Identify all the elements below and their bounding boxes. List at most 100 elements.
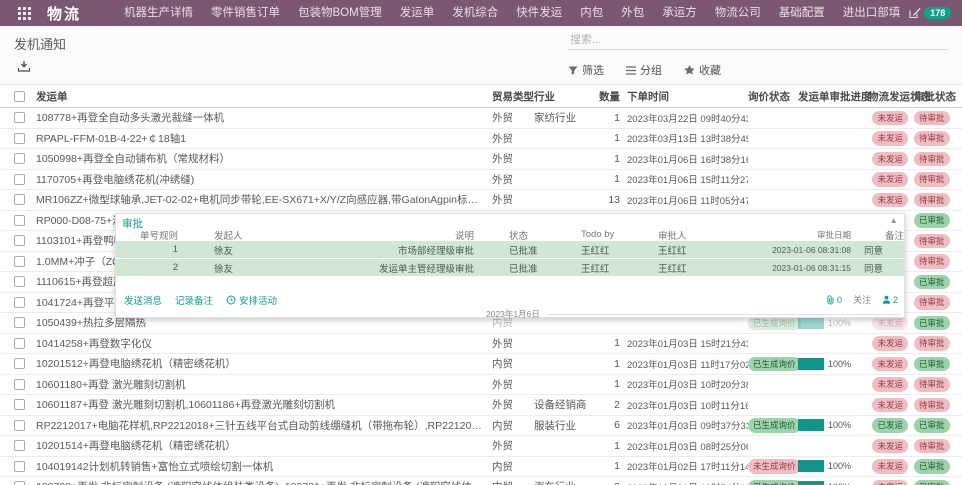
nav-item[interactable]: 物流公司 bbox=[706, 0, 770, 26]
column-header-quote-status[interactable]: 询价状态 bbox=[748, 89, 798, 104]
schedule-activity-button[interactable]: 安排活动 bbox=[226, 293, 277, 307]
row-checkbox[interactable] bbox=[14, 112, 25, 123]
send-message-button[interactable]: 发送消息 bbox=[124, 293, 162, 307]
quantity: 1 bbox=[596, 173, 620, 185]
table-row[interactable]: 10201512+再登电脑绣花机（精密绣花机）内贸12023年01月03日 11… bbox=[0, 354, 962, 375]
table-row[interactable]: RP2212017+电脑花样机,RP2212018+三针五线平台式自动剪线绷缝机… bbox=[0, 416, 962, 437]
table-row[interactable]: MR106ZZ+微型球轴承,JET-02-02+电机同步带轮,EE-SX671+… bbox=[0, 190, 962, 211]
attachments-button[interactable]: 0 bbox=[826, 295, 842, 305]
table-row[interactable]: 104019142计划机转销售+富怡立式喷绘切割一体机内贸12023年01月02… bbox=[0, 457, 962, 478]
follow-button[interactable]: 关注 bbox=[853, 293, 871, 306]
approval-row[interactable]: 1徐友市场部经理级审批已批准王红红王红红2023-01-06 08:31:08同… bbox=[116, 241, 904, 259]
approval-status-cell: 待审批 bbox=[908, 398, 962, 413]
search-input[interactable] bbox=[568, 31, 948, 50]
row-checkbox[interactable] bbox=[14, 399, 25, 410]
quantity: 1 bbox=[596, 460, 620, 472]
nav-item[interactable]: 发机综合 bbox=[443, 0, 507, 26]
row-checkbox[interactable] bbox=[14, 297, 25, 308]
table-row[interactable]: 1050998+再登全自动铺布机（常规材料）外贸12023年01月06日 16时… bbox=[0, 149, 962, 170]
table-row[interactable]: 10601180+再登 激光雕刻切割机外贸12023年01月03日 10时20分… bbox=[0, 375, 962, 396]
trade-type: 外贸 bbox=[492, 438, 534, 453]
row-checkbox[interactable] bbox=[14, 338, 25, 349]
trade-type: 外贸 bbox=[492, 192, 534, 207]
row-checkbox[interactable] bbox=[14, 379, 25, 390]
nav-item[interactable]: 快件发运 bbox=[507, 0, 571, 26]
nav-item[interactable]: 内包 bbox=[571, 0, 612, 26]
row-checkbox[interactable] bbox=[14, 317, 25, 328]
table-row[interactable]: 1170705+再登电脑绣花机(冲绣缝)外贸12023年01月06日 15时11… bbox=[0, 170, 962, 191]
filter-筛选[interactable]: 筛选 bbox=[568, 62, 604, 78]
table-row[interactable]: 10414258+再登数字化仪外贸12023年01月03日 15时21分43..… bbox=[0, 334, 962, 355]
nav-item[interactable]: 基础配置 bbox=[770, 0, 834, 26]
nav-item[interactable]: 包装物BOM管理 bbox=[289, 0, 391, 26]
filter-icon bbox=[568, 66, 578, 75]
column-header-approval-status[interactable]: 审批状态 bbox=[908, 89, 962, 104]
shipping-status-cell: 未发运 bbox=[868, 480, 908, 485]
approval-status-badge: 待审批 bbox=[914, 398, 950, 413]
row-check-cell bbox=[0, 276, 36, 288]
table-row[interactable]: 10601187+再登 激光雕刻切割机,10601186+再登激光雕刻切割机外贸… bbox=[0, 395, 962, 416]
approval-status-badge: 待审批 bbox=[914, 377, 950, 392]
shipping-status-badge: 未发运 bbox=[872, 398, 908, 413]
quantity: 2 bbox=[596, 481, 620, 485]
attachment-icon bbox=[826, 295, 835, 305]
log-note-button[interactable]: 记录备注 bbox=[175, 293, 213, 307]
nav-item[interactable]: 机器生产详情 bbox=[115, 0, 202, 26]
nav-item[interactable]: 进出口部填 bbox=[834, 0, 910, 26]
shipping-status-badge: 未发运 bbox=[872, 193, 908, 208]
column-header-order-time[interactable]: 下单时间 bbox=[620, 89, 748, 104]
apps-grid-icon[interactable] bbox=[18, 7, 31, 20]
shipping-status-badge: 未发运 bbox=[872, 480, 908, 485]
nav-item[interactable]: 零件销售订单 bbox=[202, 0, 289, 26]
row-checkbox[interactable] bbox=[14, 481, 25, 485]
collapse-icon[interactable]: ▴ bbox=[891, 215, 896, 226]
filter-收藏[interactable]: 收藏 bbox=[684, 62, 721, 78]
activity-icon bbox=[226, 295, 236, 305]
followers-button[interactable]: 2 bbox=[882, 295, 898, 305]
approval-column-header: 状态 bbox=[474, 228, 571, 242]
column-header-industry[interactable]: 行业 bbox=[534, 89, 596, 104]
export-button[interactable] bbox=[18, 59, 30, 77]
row-checkbox[interactable] bbox=[14, 215, 25, 226]
row-checkbox[interactable] bbox=[14, 440, 25, 451]
column-header-approval-progress[interactable]: 发运单审批进度 bbox=[798, 89, 868, 104]
row-checkbox[interactable] bbox=[14, 461, 25, 472]
shipment-name: 10414258+再登数字化仪 bbox=[36, 336, 492, 351]
column-header-shipping-status[interactable]: 物流发运状态 bbox=[868, 89, 908, 104]
table-row[interactable]: RPAPL-FFM-01B-4-22+￠18轴1外贸12023年03月13日 1… bbox=[0, 129, 962, 150]
table-row[interactable]: 10201514+再登电脑绣花机（精密绣花机）外贸12023年01月03日 08… bbox=[0, 436, 962, 457]
shipping-status-badge: 未发运 bbox=[872, 152, 908, 167]
trade-type: 外贸 bbox=[492, 336, 534, 351]
row-check-cell bbox=[0, 419, 36, 431]
row-checkbox[interactable] bbox=[14, 420, 25, 431]
row-checkbox[interactable] bbox=[14, 276, 25, 287]
trade-type: 内贸 bbox=[492, 459, 534, 474]
row-checkbox[interactable] bbox=[14, 235, 25, 246]
approval-status-cell: 待审批 bbox=[908, 439, 962, 454]
nav-counter-edit[interactable]: 178 bbox=[909, 7, 951, 19]
column-header-trade-type[interactable]: 贸易类型 bbox=[492, 89, 534, 104]
row-checkbox[interactable] bbox=[14, 194, 25, 205]
select-all-checkbox[interactable] bbox=[14, 91, 25, 102]
shipment-name: RP2212017+电脑花样机,RP2212018+三针五线平台式自动剪线绷缝机… bbox=[36, 418, 492, 433]
logistics-app-page: 物流 机器生产详情零件销售订单包装物BOM管理发运单发机综合快件发运内包外包承运… bbox=[0, 0, 962, 485]
nav-item[interactable]: 发运单 bbox=[391, 0, 444, 26]
app-brand[interactable]: 物流 bbox=[47, 3, 81, 24]
row-checkbox[interactable] bbox=[14, 174, 25, 185]
approval-row[interactable]: 2徐友发运单主管经理级审批已批准王红红王红红2023-01-06 08:31:1… bbox=[116, 259, 904, 277]
table-row[interactable]: 108700+再发 非标定制设备 (遮阳帘线体组装类设备) ,108701+再发… bbox=[0, 477, 962, 485]
row-checkbox[interactable] bbox=[14, 153, 25, 164]
shipping-status-cell: 未发运 bbox=[868, 439, 908, 454]
column-header-quantity[interactable]: 数量 bbox=[596, 89, 620, 104]
nav-item[interactable]: 承运方 bbox=[653, 0, 706, 26]
column-header-shipment[interactable]: 发运单 bbox=[36, 89, 492, 104]
quote-status-cell: 未生成询价 bbox=[748, 459, 798, 474]
row-check-cell bbox=[0, 235, 36, 247]
filter-分组[interactable]: 分组 bbox=[626, 62, 662, 78]
row-checkbox[interactable] bbox=[14, 358, 25, 369]
row-checkbox[interactable] bbox=[14, 133, 25, 144]
approval-date: 2023-01-06 08:31:08 bbox=[761, 245, 851, 255]
table-row[interactable]: 108778+再登全自动多头激光裁缝一体机外贸家纺行业12023年03月22日 … bbox=[0, 108, 962, 129]
nav-item[interactable]: 外包 bbox=[612, 0, 653, 26]
row-checkbox[interactable] bbox=[14, 256, 25, 267]
